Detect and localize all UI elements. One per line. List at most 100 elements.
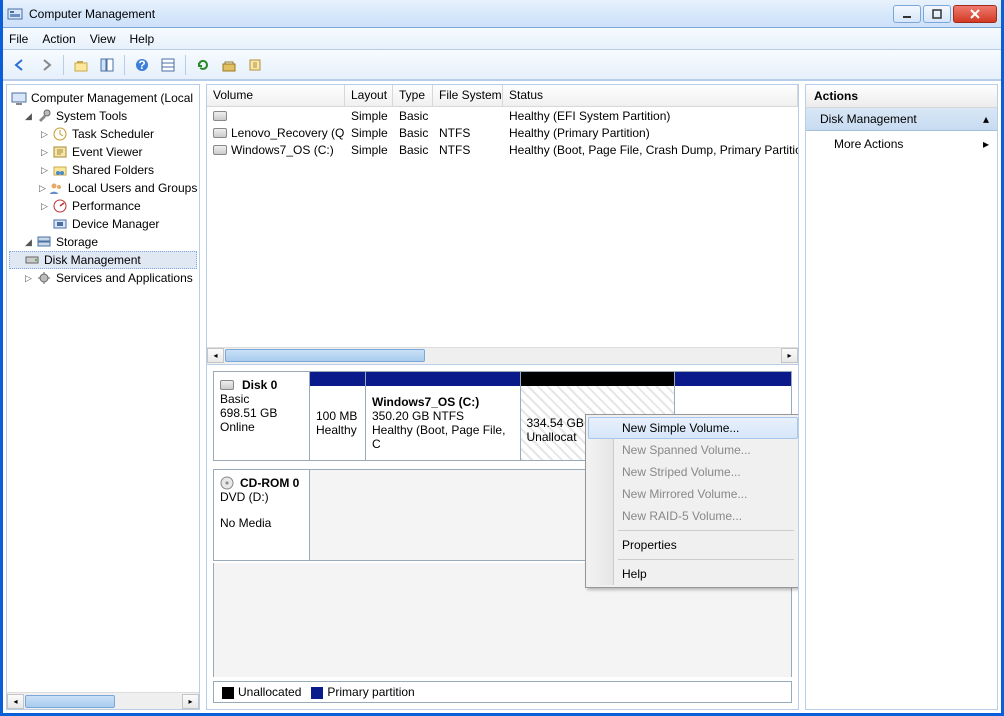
vol-fs: NTFS — [433, 143, 503, 157]
volume-row[interactable]: Windows7_OS (C:) Simple Basic NTFS Healt… — [207, 141, 798, 158]
tree-disk-management[interactable]: ▷ Disk Management — [9, 251, 197, 269]
chevron-right-icon: ▸ — [983, 137, 989, 151]
disk-graph: Disk 0 Basic 698.51 GB Online 100 MB Hea… — [207, 365, 798, 709]
menu-file[interactable]: File — [9, 32, 28, 46]
tree-label: Performance — [72, 199, 141, 213]
export-button[interactable] — [244, 54, 266, 76]
tree-services[interactable]: ▷ Services and Applications — [9, 269, 197, 287]
vol-status: Healthy (Primary Partition) — [503, 126, 798, 140]
legend: Unallocated Primary partition — [213, 681, 792, 703]
expand-icon[interactable]: ▷ — [39, 147, 50, 158]
legend-unallocated-icon — [222, 687, 234, 699]
vol-layout: Simple — [345, 126, 393, 140]
menu-help[interactable]: Help — [130, 32, 155, 46]
settings-button[interactable] — [218, 54, 240, 76]
vol-layout: Simple — [345, 109, 393, 123]
col-volume[interactable]: Volume — [207, 85, 345, 106]
actions-header: Actions — [806, 85, 997, 108]
help-button[interactable]: ? — [131, 54, 153, 76]
show-hide-tree-button[interactable] — [96, 54, 118, 76]
drive-icon — [213, 111, 227, 121]
tree-label: Disk Management — [44, 253, 141, 267]
expand-icon[interactable]: ▷ — [39, 183, 46, 194]
collapse-icon[interactable]: ◢ — [23, 111, 34, 122]
window-buttons — [893, 5, 997, 23]
back-button[interactable] — [9, 54, 31, 76]
clock-icon — [52, 126, 68, 142]
volume-row[interactable]: Lenovo_Recovery (Q:) Simple Basic NTFS H… — [207, 124, 798, 141]
volume-list-body[interactable]: Simple Basic Healthy (EFI System Partiti… — [207, 107, 798, 347]
minimize-button[interactable] — [893, 5, 921, 23]
performance-icon — [52, 198, 68, 214]
part-size: 350.20 GB NTFS — [372, 409, 514, 423]
part-state: Healthy — [316, 423, 359, 437]
maximize-button[interactable] — [923, 5, 951, 23]
tree-label: Services and Applications — [56, 271, 193, 285]
expand-icon[interactable]: ▷ — [39, 129, 50, 140]
forward-button[interactable] — [35, 54, 57, 76]
volume-h-scrollbar[interactable]: ◂ ▸ — [207, 347, 798, 364]
tree-root[interactable]: Computer Management (Local — [9, 89, 197, 107]
actions-section-label: Disk Management — [820, 112, 917, 126]
tree-h-scrollbar[interactable]: ◂ ▸ — [7, 692, 199, 709]
tree-task-scheduler[interactable]: ▷ Task Scheduler — [9, 125, 197, 143]
cdrom-icon — [220, 476, 236, 490]
volume-list-header: Volume Layout Type File System Status — [207, 85, 798, 107]
titlebar[interactable]: Computer Management — [3, 0, 1001, 28]
scroll-right-button[interactable]: ▸ — [182, 694, 199, 709]
menu-view[interactable]: View — [90, 32, 116, 46]
cdrom-state: No Media — [220, 516, 303, 530]
computer-icon — [11, 90, 27, 106]
context-menu: New Simple Volume... New Spanned Volume.… — [585, 414, 798, 588]
volume-row[interactable]: Simple Basic Healthy (EFI System Partiti… — [207, 107, 798, 124]
tree-label: Storage — [56, 235, 98, 249]
actions-more[interactable]: More Actions ▸ — [806, 131, 997, 157]
ctx-new-spanned-volume: New Spanned Volume... — [588, 439, 798, 461]
scroll-left-button[interactable]: ◂ — [7, 694, 24, 709]
svg-text:?: ? — [138, 58, 145, 72]
actions-section[interactable]: Disk Management ▴ — [806, 108, 997, 131]
expand-icon[interactable]: ▷ — [39, 201, 50, 212]
tree-event-viewer[interactable]: ▷ Event Viewer — [9, 143, 197, 161]
disk-label: CD-ROM 0 DVD (D:) No Media — [214, 470, 310, 560]
refresh-button[interactable] — [192, 54, 214, 76]
drive-icon — [213, 145, 227, 155]
tree-shared-folders[interactable]: ▷ Shared Folders — [9, 161, 197, 179]
expand-icon[interactable]: ▷ — [23, 273, 34, 284]
menubar: File Action View Help — [3, 28, 1001, 50]
scroll-left-button[interactable]: ◂ — [207, 348, 224, 363]
partition-c[interactable]: Windows7_OS (C:) 350.20 GB NTFS Healthy … — [366, 372, 521, 460]
collapse-icon[interactable]: ◢ — [23, 237, 34, 248]
col-layout[interactable]: Layout — [345, 85, 393, 106]
ctx-new-simple-volume[interactable]: New Simple Volume... — [588, 417, 798, 439]
menu-action[interactable]: Action — [42, 32, 75, 46]
vol-fs: NTFS — [433, 126, 503, 140]
ctx-help[interactable]: Help — [588, 563, 798, 585]
view-list-button[interactable] — [157, 54, 179, 76]
col-filesystem[interactable]: File System — [433, 85, 503, 106]
tree-performance[interactable]: ▷ Performance — [9, 197, 197, 215]
partition-efi[interactable]: 100 MB Healthy — [310, 372, 366, 460]
device-icon — [52, 216, 68, 232]
legend-primary-label: Primary partition — [327, 685, 414, 699]
expand-icon[interactable]: ▷ — [39, 165, 50, 176]
scroll-right-button[interactable]: ▸ — [781, 348, 798, 363]
window-title: Computer Management — [29, 7, 893, 21]
close-button[interactable] — [953, 5, 997, 23]
tree-label: Local Users and Groups — [68, 181, 197, 195]
legend-primary-icon — [311, 687, 323, 699]
nav-tree[interactable]: Computer Management (Local ◢ System Tool… — [7, 85, 199, 692]
tree-label: Event Viewer — [72, 145, 142, 159]
tree-storage[interactable]: ◢ Storage — [9, 233, 197, 251]
col-status[interactable]: Status — [503, 85, 798, 106]
ctx-properties[interactable]: Properties — [588, 534, 798, 556]
col-type[interactable]: Type — [393, 85, 433, 106]
tree-device-manager[interactable]: ▷ Device Manager — [9, 215, 197, 233]
scrollbar-thumb[interactable] — [225, 349, 425, 362]
actions-more-label: More Actions — [834, 137, 903, 151]
tree-local-users[interactable]: ▷ Local Users and Groups — [9, 179, 197, 197]
tree-system-tools[interactable]: ◢ System Tools — [9, 107, 197, 125]
disk-icon — [24, 252, 40, 268]
scrollbar-thumb[interactable] — [25, 695, 115, 708]
up-button[interactable] — [70, 54, 92, 76]
